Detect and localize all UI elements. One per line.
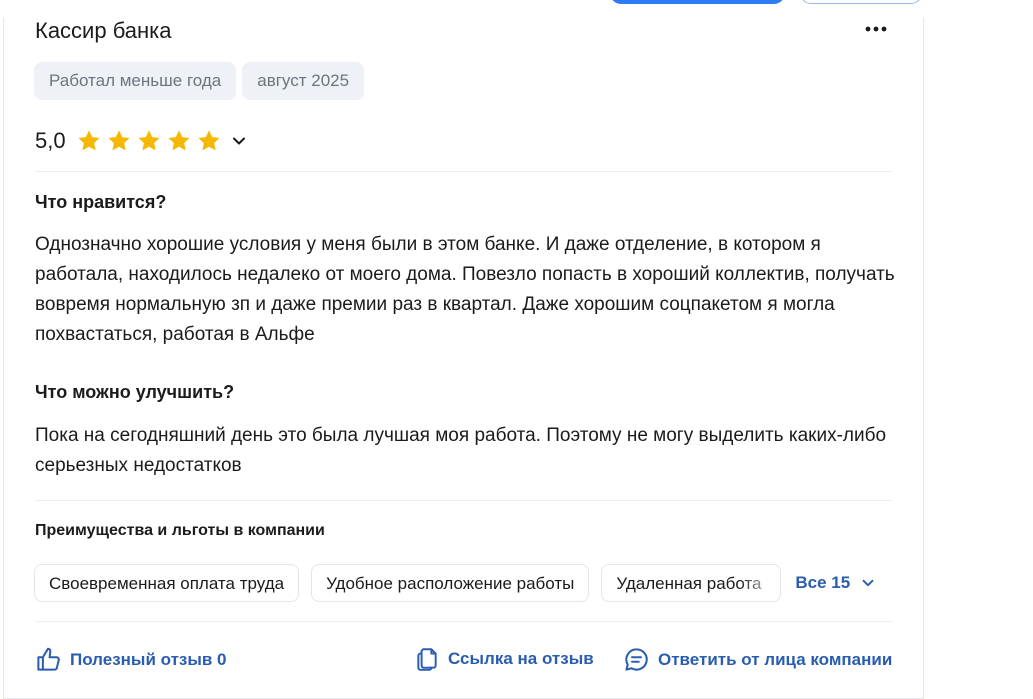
show-all-label: Все 15 (795, 573, 851, 592)
divider (35, 171, 892, 172)
reply-label: Ответить от лица компании (658, 649, 893, 669)
star-icon (108, 130, 130, 151)
chevron-down-icon (862, 579, 874, 587)
benefits-heading: Преимущества и льготы в компании (35, 522, 325, 539)
divider (35, 500, 892, 501)
star-icon (168, 130, 190, 151)
rating-row: 5,0 (35, 128, 248, 154)
review-actions: Полезный отзыв 0 Ссылка на отзыв Ответит… (35, 646, 895, 676)
benefits-chips: Своевременная оплата труда Удобное распо… (34, 564, 876, 602)
helpful-label: Полезный отзыв 0 (70, 649, 227, 669)
copy-link-icon (417, 648, 437, 671)
likes-text: Однозначно хорошие условия у меня были в… (35, 234, 895, 345)
improve-heading: Что можно улучшить? (35, 382, 235, 402)
star-icon (198, 130, 220, 151)
reply-as-company-button[interactable]: Ответить от лица компании (623, 646, 892, 673)
tag-date: август 2025 (242, 62, 365, 100)
benefit-chip[interactable]: Удаленная работа (601, 564, 782, 602)
more-icon[interactable] (863, 20, 889, 38)
helpful-button[interactable]: Полезный отзыв 0 (35, 646, 227, 673)
improve-text: Пока на сегодняшний день это была лучшая… (35, 425, 887, 476)
top-secondary-button[interactable] (800, 0, 922, 4)
rating-stars (74, 128, 224, 154)
likes-heading: Что нравится? (35, 192, 167, 212)
reply-chat-icon (625, 648, 648, 671)
benefit-chip[interactable]: Своевременная оплата труда (34, 564, 300, 602)
tag-experience: Работал меньше года (34, 62, 237, 100)
divider (35, 621, 892, 622)
rating-value: 5,0 (35, 128, 66, 153)
show-all-benefits-button[interactable]: Все 15 (795, 573, 876, 593)
star-icon (138, 130, 160, 151)
review-title: Кассир банка (35, 18, 172, 43)
benefit-chip[interactable]: Удобное расположение работы (311, 564, 590, 602)
copy-link-button[interactable]: Ссылка на отзыв (414, 646, 594, 672)
copy-link-label: Ссылка на отзыв (448, 649, 594, 668)
star-icon (78, 130, 100, 151)
review-tags: Работал меньше года август 2025 (34, 62, 365, 100)
thumbs-up-icon (37, 647, 60, 671)
chevron-down-icon[interactable] (230, 132, 248, 150)
top-primary-button[interactable] (610, 0, 785, 4)
